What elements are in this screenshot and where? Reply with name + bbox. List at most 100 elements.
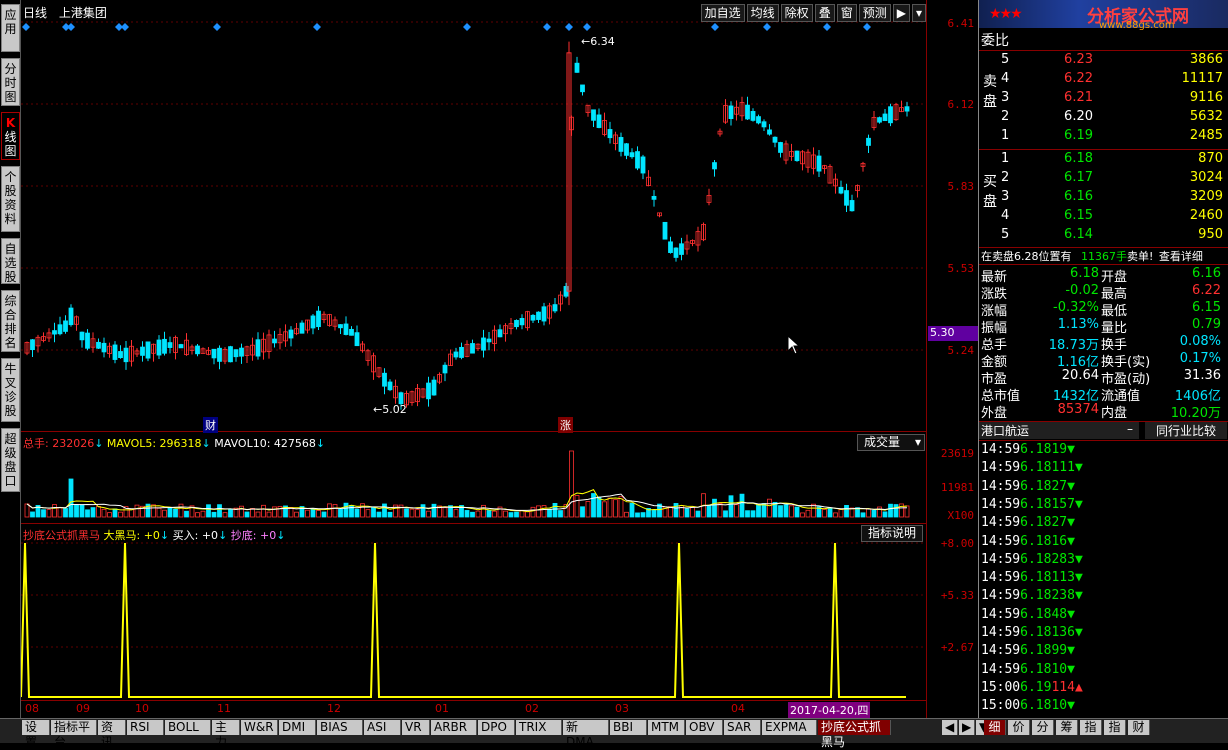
right-tab-2[interactable]: 分 (1032, 720, 1054, 735)
left-tab-1[interactable]: 分时图 (1, 58, 20, 106)
right-tab-0[interactable]: 细 (984, 720, 1006, 735)
toolbar-button-4[interactable]: 窗 (836, 4, 857, 22)
event-marker-icon[interactable] (213, 23, 221, 31)
event-marker-icon[interactable] (463, 23, 471, 31)
bottom-tab-3[interactable]: RSI (127, 720, 164, 735)
volume-bar (789, 505, 794, 518)
bottom-tab-6[interactable]: W&R (241, 720, 278, 735)
tick-row: 14:596.18111▼ (981, 460, 1227, 478)
event-marker-icon[interactable] (763, 23, 771, 31)
buy-volume: 3209 (1189, 189, 1223, 204)
candle-body (299, 322, 305, 334)
indicator-help-button[interactable]: 指标说明 (861, 525, 924, 542)
event-marker-icon[interactable] (711, 23, 719, 31)
left-tab-3[interactable]: 个股资料 (1, 166, 20, 232)
candle-body (387, 381, 393, 391)
volume-pane[interactable]: 总手: 232026↓ MAVOL5: 296318↓ MAVOL10: 427… (21, 432, 926, 524)
event-marker-icon[interactable] (67, 23, 75, 31)
toolbar-button-5[interactable]: 预测 (858, 4, 891, 22)
left-tab-0[interactable]: 应用 (1, 4, 20, 52)
bottom-tab-12[interactable]: DPO (478, 720, 515, 735)
buy-level: 2 (1001, 170, 1010, 185)
right-tab-4[interactable]: 指 (1080, 720, 1102, 735)
left-tab-7[interactable]: 超级盘口 (1, 428, 20, 492)
candle-body (354, 332, 360, 347)
volume-bar (442, 507, 448, 518)
right-tab-5[interactable]: 指 (1104, 720, 1126, 735)
bottom-tab-11[interactable]: ARBR (431, 720, 477, 735)
sell-row: 2 6.20 5632 (1001, 109, 1228, 127)
scroll-arrow-icon[interactable]: ▶ (959, 720, 975, 735)
volume-dropdown[interactable]: 成交量 ▾ (857, 434, 925, 451)
volume-bar (90, 507, 96, 518)
toolbar-button-6[interactable]: ▶ (892, 4, 910, 22)
quote-row: 涨幅 -0.32% 最低 6.15 (981, 300, 1227, 319)
industry-bar[interactable]: 港口航运 – (979, 422, 1139, 439)
right-tab-3[interactable]: 筹 (1056, 720, 1078, 735)
bottom-tab-5[interactable]: 主力 (212, 720, 240, 749)
bottom-tab-14[interactable]: 新DMA (563, 720, 609, 749)
bottom-tab-16[interactable]: MTM (648, 720, 685, 735)
bottom-tab-7[interactable]: DMI (279, 720, 316, 735)
volume-bar (387, 511, 393, 518)
bottom-tab-13[interactable]: TRIX (516, 720, 562, 735)
price-axis-label: 5.83 (947, 180, 975, 193)
event-marker-icon[interactable] (863, 23, 871, 31)
left-tab-5[interactable]: 综合排名 (1, 290, 20, 352)
toolbar-button-2[interactable]: 除权 (780, 4, 813, 22)
event-marker-icon[interactable] (583, 23, 591, 31)
volume-bar (129, 508, 134, 518)
toolbar-button-3[interactable]: 叠 (814, 4, 835, 22)
event-marker-icon[interactable] (22, 23, 30, 31)
candlestick-chart[interactable] (21, 0, 926, 432)
bottom-tab-8[interactable]: BIAS (317, 720, 363, 735)
bottom-tab-20[interactable]: 抄底公式抓黑马 (818, 720, 891, 749)
limit-up-marker[interactable]: 涨 (558, 417, 573, 433)
chart-area[interactable]: 日线 上港集团 加自选 均线 除权叠窗预测 ▶ ▾ ←6.34 ←5.02 财 涨 总手… (21, 0, 978, 718)
candle-body (514, 320, 519, 328)
bottom-tab-18[interactable]: SAR (724, 720, 761, 735)
candle-body (662, 221, 668, 240)
volume-bar (574, 495, 580, 518)
bottom-tab-9[interactable]: ASI (364, 720, 401, 735)
finance-marker[interactable]: 财 (203, 417, 218, 433)
bottom-tab-4[interactable]: BOLL (165, 720, 211, 735)
volume-bar (492, 510, 497, 518)
event-marker-icon[interactable] (121, 23, 129, 31)
toolbar-button-7[interactable]: ▾ (911, 4, 926, 22)
indicator-pane[interactable]: 抄底公式抓黑马 大黑马: +0↓ 买入: +0↓ 抄底: +0↓ 指标说明 (21, 524, 926, 700)
bottom-tab-15[interactable]: BBI (610, 720, 647, 735)
notice-volume: 11367手 (1081, 250, 1127, 263)
tick-time: 14:59 (981, 460, 1021, 476)
left-tab-2[interactable]: K线图 (1, 112, 20, 160)
price-pane[interactable]: 日线 上港集团 加自选 均线 除权叠窗预测 ▶ ▾ ←6.34 ←5.02 财 涨 (21, 0, 926, 433)
toolbar-button-1[interactable]: 均线 (746, 4, 779, 22)
bottom-tab-17[interactable]: OBV (686, 720, 723, 735)
order-ratio-label: 委比 (981, 33, 1009, 49)
scroll-arrow-icon[interactable]: ◀ (942, 720, 958, 735)
left-tab-4[interactable]: 自选股 (1, 238, 20, 284)
event-marker-icon[interactable] (313, 23, 321, 31)
industry-compare-button[interactable]: 同行业比较 (1145, 422, 1227, 439)
event-marker-icon[interactable] (543, 23, 551, 31)
bottom-tab-2[interactable]: 资讯 (98, 720, 126, 749)
candle-body (596, 114, 602, 128)
bottom-tab-19[interactable]: EXPMA (762, 720, 817, 735)
bottom-tab-1[interactable]: 指标平台 (51, 720, 97, 749)
volume-bar (228, 509, 233, 518)
indicator-chart[interactable] (21, 524, 926, 700)
left-tab-bar: 应用分时图 K线图个股资料自选股综合排名牛叉诊股超级盘口 (0, 0, 21, 718)
arrow-down-icon: ▼ (1067, 606, 1075, 622)
event-marker-icon[interactable] (823, 23, 831, 31)
volume-bar (74, 504, 79, 518)
toolbar-button-0[interactable]: 加自选 (700, 4, 745, 22)
event-marker-icon[interactable] (565, 23, 573, 31)
industry-collapse[interactable]: – (1127, 422, 1133, 436)
left-tab-6[interactable]: 牛叉诊股 (1, 358, 20, 422)
bottom-tab-10[interactable]: VR (402, 720, 430, 735)
notice-detail-link[interactable]: 查看详细 (1159, 250, 1203, 263)
bottom-tab-0[interactable]: 设置 (22, 720, 50, 749)
right-tab-6[interactable]: 财 (1128, 720, 1150, 735)
right-tab-1[interactable]: 价 (1008, 720, 1030, 735)
date-axis-label: 02 (525, 702, 539, 715)
